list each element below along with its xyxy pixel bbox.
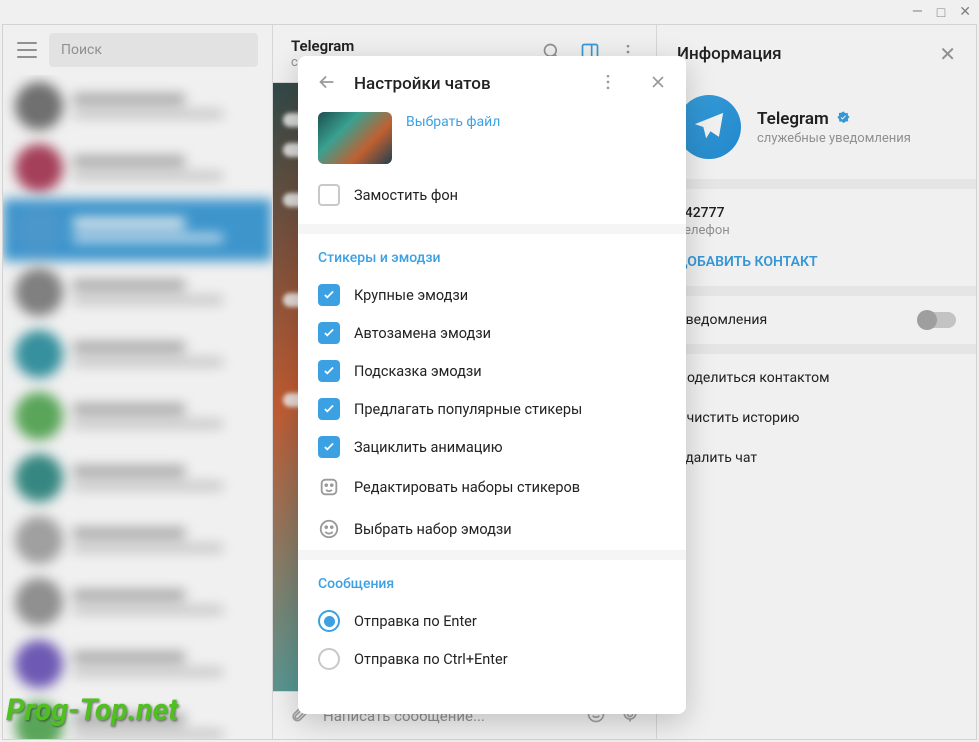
close-icon[interactable] [648,72,668,96]
sticker-icon [318,476,340,498]
loop-animation-checkbox[interactable]: Зациклить анимацию [298,428,686,466]
chat-settings-modal: Настройки чатов Выбрать файл Замостить ф… [298,56,686,714]
choose-file-link[interactable]: Выбрать файл [406,112,500,130]
choose-emoji-set-button[interactable]: Выбрать набор эмодзи [298,508,686,550]
background-thumbnail[interactable] [318,112,392,164]
tile-background-checkbox[interactable]: Замостить фон [298,178,686,224]
emoji-icon [318,518,340,540]
modal-title: Настройки чатов [354,74,582,94]
messages-section-title: Сообщения [298,560,686,602]
send-enter-radio[interactable]: Отправка по Enter [298,602,686,640]
back-icon[interactable] [316,71,338,97]
popular-stickers-checkbox[interactable]: Предлагать популярные стикеры [298,390,686,428]
large-emoji-checkbox[interactable]: Крупные эмодзи [298,276,686,314]
edit-sticker-sets-button[interactable]: Редактировать наборы стикеров [298,466,686,508]
replace-emoji-checkbox[interactable]: Автозамена эмодзи [298,314,686,352]
send-ctrl-enter-radio[interactable]: Отправка по Ctrl+Enter [298,640,686,678]
stickers-section-title: Стикеры и эмодзи [298,234,686,276]
more-icon[interactable] [598,72,618,96]
suggest-emoji-checkbox[interactable]: Подсказка эмодзи [298,352,686,390]
